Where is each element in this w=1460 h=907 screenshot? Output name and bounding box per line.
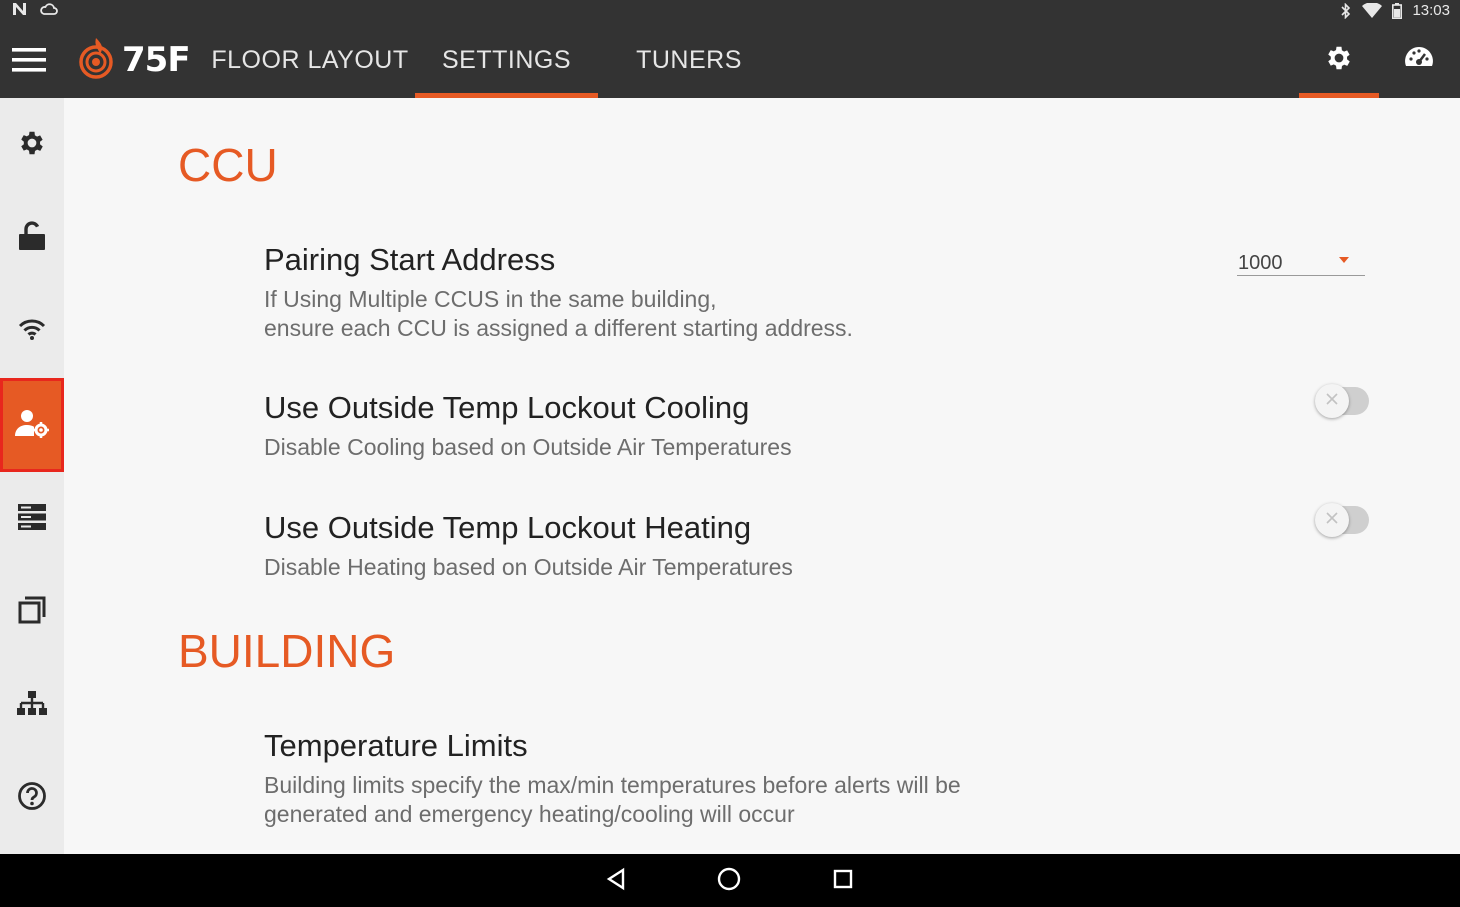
dashboard-icon	[1403, 44, 1435, 77]
sidebar-item-copy[interactable]	[0, 565, 64, 659]
temperature-limits-title[interactable]: Temperature Limits	[264, 728, 528, 764]
home-circle-icon	[716, 866, 742, 897]
clock-time: 13:03	[1412, 2, 1450, 19]
server-icon	[17, 502, 47, 537]
lockout-heating-description: Disable Heating based on Outside Air Tem…	[264, 554, 793, 580]
sidebar-item-help[interactable]	[0, 751, 64, 845]
toggle-thumb	[1315, 384, 1349, 418]
system-navigation-bar	[0, 854, 1460, 907]
section-title-ccu: CCU	[178, 139, 278, 191]
dropdown-arrow-icon	[1339, 257, 1349, 263]
status-bar: 13:03	[0, 0, 1460, 22]
n-notification-icon	[12, 2, 28, 16]
copy-icon	[17, 595, 47, 630]
recents-button[interactable]	[823, 864, 863, 898]
sidebar-item-server[interactable]	[0, 472, 64, 566]
sidebar-item-wireless[interactable]	[0, 284, 64, 378]
lockout-heating-title: Use Outside Temp Lockout Heating	[264, 510, 752, 545]
help-icon	[17, 781, 47, 816]
x-icon	[1325, 392, 1339, 411]
lockout-cooling-title: Use Outside Temp Lockout Cooling	[264, 390, 750, 425]
lockout-heating-toggle[interactable]	[1315, 503, 1371, 537]
wifi-icon	[18, 317, 46, 346]
lockout-cooling-toggle[interactable]	[1315, 384, 1371, 418]
tab-tuners[interactable]: TUNERS	[610, 22, 768, 98]
settings-gear-button[interactable]	[1299, 22, 1379, 98]
battery-icon	[1392, 2, 1403, 19]
settings-content: CCU Pairing Start Address If Using Multi…	[64, 98, 1460, 854]
lockout-cooling-description: Disable Cooling based on Outside Air Tem…	[264, 434, 792, 460]
tab-settings[interactable]: SETTINGS	[415, 22, 598, 98]
user-settings-icon	[15, 408, 49, 443]
pairing-address-dropdown[interactable]: 1000	[1237, 248, 1365, 276]
home-button[interactable]	[709, 864, 749, 898]
settings-sidebar	[0, 98, 64, 854]
unlock-icon	[17, 220, 47, 257]
gear-icon	[17, 128, 47, 163]
wifi-signal-icon	[1362, 2, 1383, 19]
temperature-limits-description: Building limits specify the max/min temp…	[264, 772, 961, 827]
recents-square-icon	[832, 868, 854, 895]
pairing-address-value: 1000	[1238, 252, 1283, 274]
sidebar-item-network[interactable]	[0, 658, 64, 752]
flame-logo-icon	[76, 36, 116, 85]
pairing-start-address-description: If Using Multiple CCUS in the same build…	[264, 286, 853, 341]
logo-text: 75F	[122, 40, 191, 80]
app-bar: 75F FLOOR LAYOUT SETTINGS TUNERS	[0, 22, 1460, 98]
cloud-icon	[40, 2, 58, 16]
back-button[interactable]	[596, 864, 636, 898]
sidebar-item-general[interactable]	[0, 98, 64, 192]
section-title-building: BUILDING	[178, 625, 396, 677]
hamburger-menu-icon[interactable]	[12, 46, 48, 74]
network-icon	[16, 689, 48, 722]
x-icon	[1325, 511, 1339, 530]
pairing-start-address-title: Pairing Start Address	[264, 242, 556, 277]
dashboard-button[interactable]	[1379, 22, 1459, 98]
logo: 75F	[76, 36, 191, 85]
tab-floor-layout[interactable]: FLOOR LAYOUT	[210, 22, 410, 98]
back-triangle-icon	[605, 867, 627, 896]
bluetooth-icon	[1340, 2, 1352, 19]
toggle-thumb	[1315, 503, 1349, 537]
sidebar-item-user-settings[interactable]	[0, 378, 64, 472]
gear-icon	[1324, 43, 1354, 78]
sidebar-item-security[interactable]	[0, 191, 64, 285]
